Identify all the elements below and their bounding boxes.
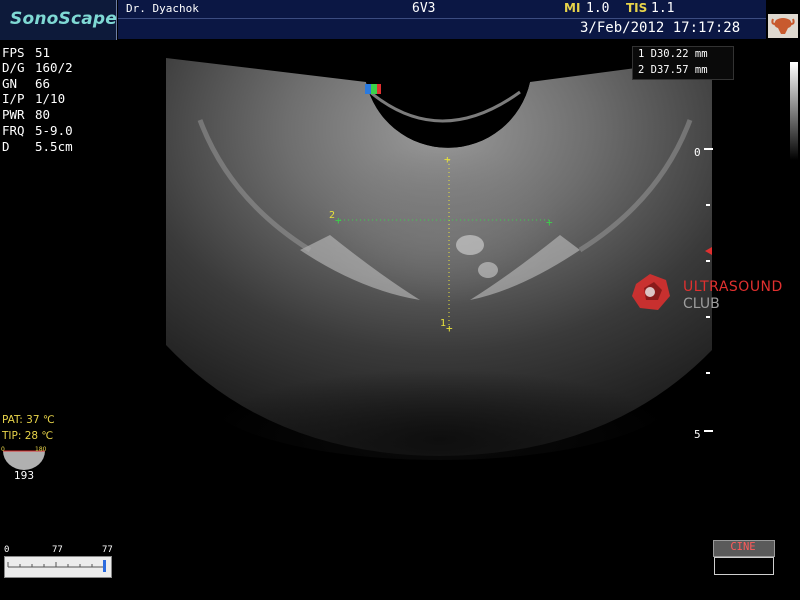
watermark-text-2: CLUB — [683, 296, 720, 312]
angle-min: 0 — [1, 446, 5, 453]
patient-temperature: PAT: 37 ℃ — [2, 414, 55, 426]
caliper-1-start: + — [444, 153, 451, 166]
depth-tick — [706, 260, 710, 262]
tip-temperature: TIP: 28 ℃ — [2, 430, 54, 442]
slider-min: 0 — [4, 545, 10, 555]
cine-button-label: CINE — [730, 541, 756, 553]
caliper-1-label: 1 — [440, 318, 446, 329]
depth-label-bottom: 5 — [694, 428, 701, 441]
slider-mid: 77 — [52, 545, 63, 555]
depth-tick — [706, 316, 710, 318]
slider-max: 77 — [102, 545, 113, 555]
depth-tick — [704, 148, 713, 150]
caliper-1-end: + — [446, 322, 453, 335]
cine-frame-field — [714, 557, 774, 575]
watermark-text-1: ULTRASOUND — [683, 279, 783, 295]
grayscale-bar — [790, 62, 798, 160]
probe-angle-value: 193 — [14, 470, 35, 482]
caliper-2-end: + — [546, 216, 553, 229]
caliper-2-start: + — [335, 214, 342, 227]
depth-label-top: 0 — [694, 146, 701, 159]
probe-angle-gauge-icon: 0 180 — [1, 446, 47, 470]
depth-tick — [706, 204, 710, 206]
slider-thumb — [103, 560, 106, 572]
measurement-2: 2 D37.57 mm — [638, 64, 708, 76]
angle-max: 180 — [35, 446, 47, 453]
cine-slider-track — [7, 560, 106, 572]
ultrasound-image[interactable]: + + 1 + + 2 — [0, 0, 800, 600]
watermark-logo-icon — [632, 274, 670, 310]
measurement-1: 1 D30.22 mm — [638, 48, 708, 60]
orientation-marker-icon — [365, 84, 371, 94]
depth-tick — [706, 372, 710, 374]
focus-marker-icon[interactable] — [705, 247, 712, 255]
depth-tick — [704, 430, 713, 432]
caliper-2-label: 2 — [329, 210, 335, 221]
